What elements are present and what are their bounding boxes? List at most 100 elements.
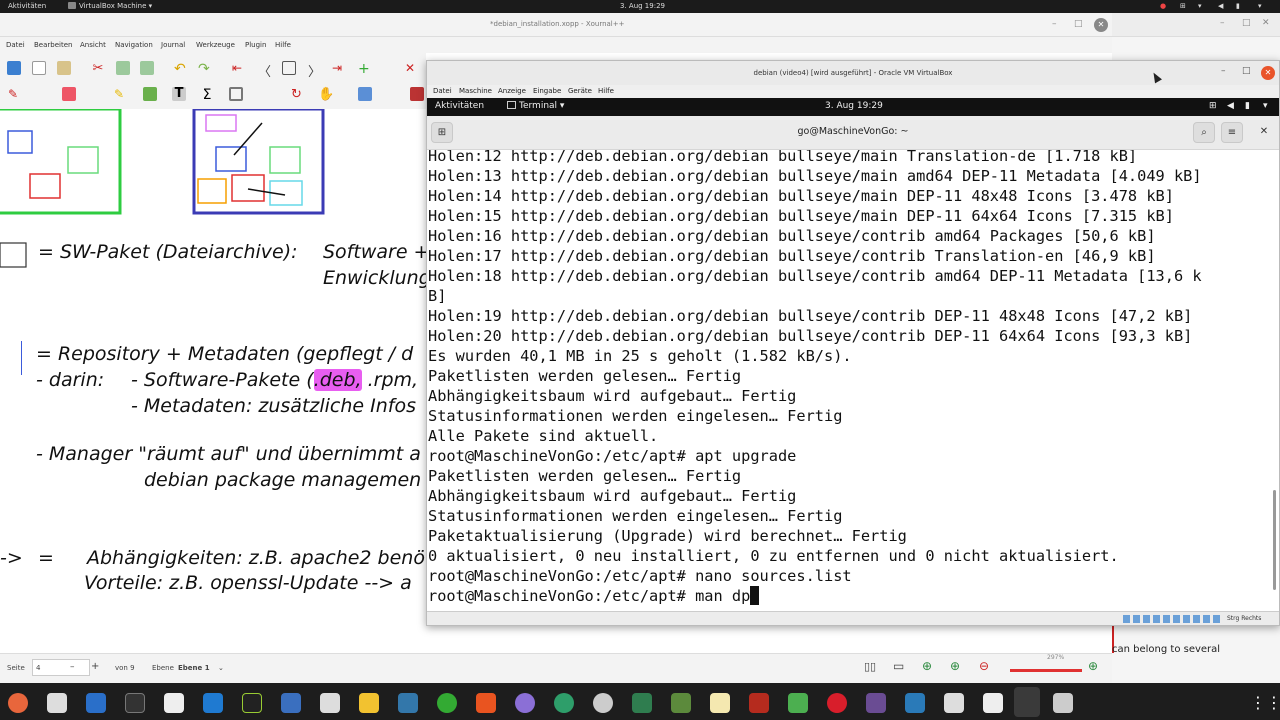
open-folder-icon[interactable] bbox=[57, 61, 71, 75]
firefox-icon[interactable] bbox=[8, 693, 28, 713]
media-icon[interactable] bbox=[866, 693, 886, 713]
menu-plugin[interactable]: Plugin bbox=[245, 41, 266, 49]
maximize-button[interactable]: □ bbox=[1074, 19, 1083, 29]
archive-icon[interactable] bbox=[1053, 693, 1073, 713]
guest-screen[interactable]: Aktivitäten Terminal ▾ 3. Aug 19:29 ⊞ ◀ … bbox=[427, 98, 1279, 611]
network-tool-icon[interactable] bbox=[281, 693, 301, 713]
files-icon[interactable] bbox=[47, 693, 67, 713]
page-input[interactable]: 4 bbox=[32, 659, 90, 676]
vb-menu-geraete[interactable]: Geräte bbox=[568, 87, 592, 95]
color-picker-icon[interactable] bbox=[515, 693, 535, 713]
zoom-slider[interactable] bbox=[1010, 669, 1082, 672]
menu-ansicht[interactable]: Ansicht bbox=[80, 41, 106, 49]
vb-close-button[interactable]: ✕ bbox=[1261, 66, 1275, 80]
menu-werkzeuge[interactable]: Werkzeuge bbox=[196, 41, 235, 49]
undo-icon[interactable]: ↶ bbox=[174, 61, 188, 77]
activities-button[interactable]: Aktivitäten bbox=[8, 2, 46, 10]
language-icon[interactable]: ▾ bbox=[1198, 2, 1202, 10]
page-decrement-button[interactable]: – bbox=[70, 662, 75, 672]
search-icon[interactable]: ⌕ bbox=[1193, 122, 1215, 143]
record-icon[interactable]: ● bbox=[1160, 2, 1166, 10]
calc-icon[interactable] bbox=[710, 693, 730, 713]
zoom-in-icon[interactable]: ⊕ bbox=[1088, 659, 1098, 673]
analyzer-icon[interactable] bbox=[242, 693, 262, 713]
app-menu[interactable]: VirtualBox Machine ▾ bbox=[68, 2, 152, 10]
opera-icon[interactable] bbox=[827, 693, 847, 713]
vb-menu-maschine[interactable]: Maschine bbox=[459, 87, 492, 95]
guest-battery-icon[interactable]: ▮ bbox=[1245, 101, 1250, 111]
image-icon[interactable] bbox=[143, 87, 157, 101]
close-button[interactable]: ✕ bbox=[1094, 18, 1108, 32]
active-app-slot[interactable] bbox=[1014, 687, 1040, 717]
writer-icon[interactable] bbox=[86, 693, 106, 713]
redo-icon[interactable]: ↷ bbox=[198, 61, 212, 77]
hand-tool-icon[interactable]: ✋ bbox=[318, 87, 334, 102]
device-status-icons[interactable] bbox=[1123, 615, 1223, 623]
battery-icon[interactable]: ▮ bbox=[1236, 2, 1240, 10]
scope-icon[interactable] bbox=[320, 693, 340, 713]
top-clock[interactable]: 3. Aug 19:29 bbox=[620, 2, 665, 10]
next-page-icon[interactable]: 〉 bbox=[308, 61, 322, 80]
guest-volume-icon[interactable]: ◀ bbox=[1227, 101, 1234, 111]
previous-page-icon[interactable]: 〈 bbox=[258, 61, 272, 80]
guest-clock[interactable]: 3. Aug 19:29 bbox=[825, 101, 883, 111]
game-icon[interactable] bbox=[437, 693, 457, 713]
bg-close-button[interactable]: ✕ bbox=[1262, 18, 1270, 28]
document-viewer-icon[interactable] bbox=[983, 693, 1003, 713]
terminal-prompt-line[interactable]: root@MaschineVonGo:/etc/apt# man dp bbox=[428, 586, 760, 606]
zoom-fit-icon[interactable]: ⊕ bbox=[922, 659, 932, 673]
software-center-icon[interactable] bbox=[476, 693, 496, 713]
volume-icon[interactable]: ◀ bbox=[1218, 2, 1223, 10]
menu-datei[interactable]: Datei bbox=[6, 41, 25, 49]
new-document-icon[interactable] bbox=[32, 61, 46, 75]
last-page-icon[interactable]: ⇥ bbox=[332, 61, 346, 75]
first-page-icon[interactable]: ⇤ bbox=[232, 61, 246, 75]
sync-icon[interactable] bbox=[554, 693, 574, 713]
eraser-icon[interactable] bbox=[62, 87, 76, 101]
menu-navigation[interactable]: Navigation bbox=[115, 41, 153, 49]
bg-maximize-button[interactable]: □ bbox=[1242, 18, 1251, 28]
menu-journal[interactable]: Journal bbox=[161, 41, 185, 49]
vb-menu-datei[interactable]: Datei bbox=[433, 87, 452, 95]
cut-icon[interactable]: ✂ bbox=[91, 61, 105, 76]
fill-icon[interactable] bbox=[410, 87, 424, 101]
bg-minimize-button[interactable]: – bbox=[1220, 18, 1225, 28]
menu-hilfe[interactable]: Hilfe bbox=[275, 41, 291, 49]
terminal-close-icon[interactable]: ✕ bbox=[1253, 122, 1275, 143]
virtualbox-dock-icon[interactable] bbox=[905, 693, 925, 713]
vb-menu-eingabe[interactable]: Eingabe bbox=[533, 87, 561, 95]
vb-menu-hilfe[interactable]: Hilfe bbox=[598, 87, 614, 95]
filezilla-icon[interactable] bbox=[749, 693, 769, 713]
terminal-app-icon[interactable] bbox=[125, 693, 145, 713]
screenshot-icon[interactable] bbox=[944, 693, 964, 713]
pair-pages-icon[interactable]: ▯▯ bbox=[864, 660, 876, 673]
rotate-icon[interactable]: ↻ bbox=[291, 87, 305, 102]
system-menu-icon[interactable]: ▾ bbox=[1258, 2, 1262, 10]
pen-icon[interactable]: ✎ bbox=[8, 87, 22, 101]
guest-network-icon[interactable]: ⊞ bbox=[1209, 101, 1217, 111]
vb-menu-anzeige[interactable]: Anzeige bbox=[498, 87, 526, 95]
delete-page-icon[interactable]: ✕ bbox=[405, 61, 419, 75]
shape-icon[interactable] bbox=[229, 87, 243, 101]
layer-dropdown-icon[interactable]: ⌄ bbox=[218, 664, 224, 672]
terminal-scrollbar[interactable] bbox=[1273, 490, 1276, 590]
vb-maximize-button[interactable]: □ bbox=[1242, 66, 1251, 76]
inkscape-icon[interactable] bbox=[671, 693, 691, 713]
notes-app-icon[interactable] bbox=[359, 693, 379, 713]
guest-system-menu-icon[interactable]: ▾ bbox=[1263, 101, 1268, 111]
color-icon[interactable] bbox=[358, 87, 372, 101]
presentation-icon[interactable]: ▭ bbox=[893, 659, 904, 673]
drawing-app-icon[interactable] bbox=[398, 693, 418, 713]
page-increment-button[interactable]: + bbox=[91, 661, 99, 672]
zoom-out-icon[interactable]: ⊖ bbox=[979, 659, 989, 673]
menu-bearbeiten[interactable]: Bearbeiten bbox=[34, 41, 72, 49]
network-icon[interactable]: ⊞ bbox=[1180, 2, 1186, 10]
settings-gear-icon[interactable] bbox=[593, 693, 613, 713]
latex-icon[interactable]: Σ bbox=[200, 87, 214, 103]
guest-activities[interactable]: Aktivitäten bbox=[435, 101, 484, 111]
paste-icon[interactable] bbox=[140, 61, 154, 75]
guest-app-menu[interactable]: Terminal ▾ bbox=[507, 101, 564, 111]
text-tool-icon[interactable]: T bbox=[172, 87, 186, 101]
vb-minimize-button[interactable]: – bbox=[1221, 66, 1226, 76]
zoom-100-icon[interactable]: ⊕ bbox=[950, 659, 960, 673]
